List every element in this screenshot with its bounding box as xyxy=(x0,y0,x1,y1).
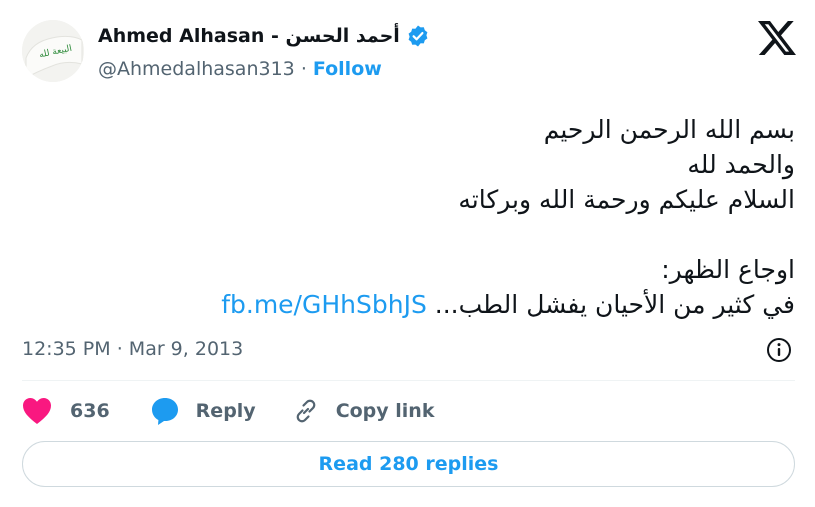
heart-icon xyxy=(23,398,51,424)
tweet-last-line: في كثير من الأحيان يفشل الطب... fb.me/GH… xyxy=(35,287,795,322)
meta-separator: · xyxy=(116,338,123,360)
tweet-line: بسم الله الرحمن الرحيم xyxy=(543,115,795,144)
tweet-link[interactable]: fb.me/GHhSbhJS xyxy=(221,290,427,319)
read-replies-button[interactable]: Read 280 replies xyxy=(22,441,795,487)
avatar-flag-image: البيعة لله xyxy=(22,20,84,82)
tweet-line: السلام عليكم ورحمة الله وبركاته xyxy=(458,185,795,214)
read-replies-label: Read 280 replies xyxy=(318,453,499,475)
divider xyxy=(22,380,795,381)
verified-badge-icon xyxy=(408,25,428,47)
tweet-card: البيعة لله Ahmed Alhasan - أحمد الحسن @A… xyxy=(0,0,815,507)
tweet-line: اوجاع الظهر: xyxy=(661,255,795,284)
tweet-date: Mar 9, 2013 xyxy=(128,338,244,360)
copy-link-button[interactable]: Copy link xyxy=(292,397,435,425)
action-bar: 636 Reply Copy link xyxy=(22,393,434,429)
tweet-timestamp[interactable]: 12:35 PM · Mar 9, 2013 xyxy=(22,338,243,360)
handle-row: @Ahmedalhasan313 · Follow xyxy=(98,58,382,80)
link-icon xyxy=(296,399,316,423)
tweet-time: 12:35 PM xyxy=(22,338,111,360)
author-row: Ahmed Alhasan - أحمد الحسن xyxy=(98,24,430,48)
handle-separator: · xyxy=(300,58,307,80)
info-icon[interactable] xyxy=(765,336,793,364)
speech-bubble-icon xyxy=(151,398,178,425)
author-handle[interactable]: @Ahmedalhasan313 xyxy=(98,58,295,80)
follow-button[interactable]: Follow xyxy=(313,58,382,80)
author-name[interactable]: Ahmed Alhasan - أحمد الحسن xyxy=(98,25,400,47)
copy-link-label: Copy link xyxy=(335,400,435,422)
tweet-line-text: في كثير من الأحيان يفشل الطب... xyxy=(434,290,795,319)
reply-label: Reply xyxy=(195,400,256,422)
tweet-text: بسم الله الرحمن الرحيم والحمد لله السلام… xyxy=(35,112,795,322)
like-count: 636 xyxy=(70,400,110,422)
reply-button[interactable]: Reply xyxy=(150,396,292,426)
tweet-line xyxy=(35,217,795,252)
x-logo-icon[interactable] xyxy=(758,21,796,55)
like-button[interactable]: 636 xyxy=(22,397,150,425)
avatar[interactable]: البيعة لله xyxy=(22,20,84,82)
tweet-line: والحمد لله xyxy=(687,150,795,179)
